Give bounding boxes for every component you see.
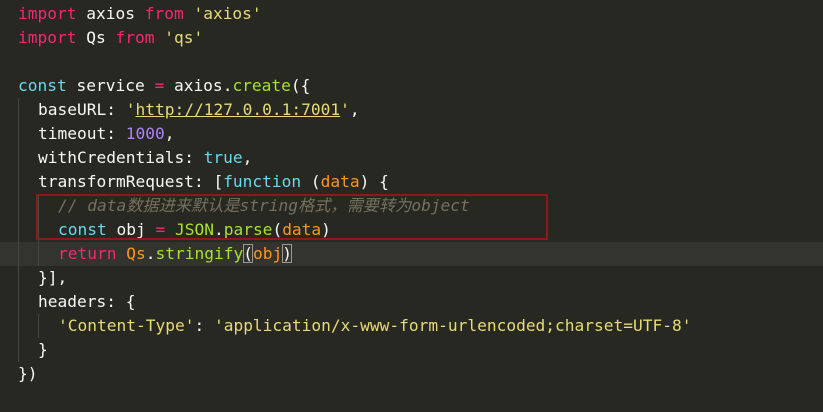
annotation-highlight-box	[36, 194, 548, 240]
punctuation: (	[301, 172, 321, 191]
punctuation: :	[106, 100, 126, 119]
number-literal: 1000	[125, 124, 165, 143]
keyword: from	[144, 4, 184, 23]
indent-guide	[18, 98, 19, 362]
string-quote: '	[340, 100, 350, 119]
code-line-5[interactable]: baseURL: 'http://127.0.0.1:7001',	[38, 98, 360, 122]
punctuation: ,	[349, 100, 360, 119]
code-line-4[interactable]: const service = axios.create({	[18, 74, 310, 98]
identifier: service	[66, 76, 155, 95]
parameter: data	[320, 172, 360, 191]
punctuation: [	[213, 172, 224, 191]
punctuation: })	[18, 364, 38, 383]
code-line-1[interactable]: import axios from 'axios'	[18, 2, 262, 26]
property-name: withCredentials	[38, 148, 185, 167]
code-line-6[interactable]: timeout: 1000,	[38, 122, 174, 146]
keyword: const	[18, 76, 67, 95]
punctuation: }],	[38, 268, 68, 287]
property-name: transformRequest	[38, 172, 194, 191]
punctuation: ,	[164, 124, 175, 143]
code-line-13[interactable]: headers: {	[38, 290, 135, 314]
string-literal: 'axios'	[193, 4, 262, 23]
code-line-11[interactable]: return Qs.stringify(obj)	[58, 242, 292, 266]
indent-guide	[38, 314, 39, 338]
punctuation: ) {	[359, 172, 389, 191]
identifier: Qs	[76, 28, 116, 47]
code-line-15[interactable]: }	[38, 338, 48, 362]
string-literal: 'qs'	[164, 28, 204, 47]
boolean-literal: true	[203, 148, 243, 167]
punctuation: ,	[242, 148, 253, 167]
matched-bracket: (	[243, 244, 253, 263]
punctuation: }	[38, 340, 48, 359]
identifier: axios	[164, 76, 223, 95]
function-name: stringify	[155, 244, 244, 263]
punctuation: {	[125, 292, 136, 311]
punctuation: :	[106, 292, 126, 311]
code-editor[interactable]: import axios from 'axios' import Qs from…	[0, 0, 823, 412]
property-name: baseURL	[38, 100, 107, 119]
operator: =	[154, 76, 165, 95]
keyword: import	[18, 4, 77, 23]
keyword: from	[115, 28, 155, 47]
function-name: create	[232, 76, 291, 95]
code-line-12[interactable]: }],	[38, 266, 67, 290]
string-literal: 'application/x-www-form-urlencoded;chars…	[213, 316, 692, 335]
code-line-16[interactable]: })	[18, 362, 38, 386]
keyword: import	[18, 28, 77, 47]
matched-bracket: )	[282, 244, 292, 263]
object-name: Qs	[126, 244, 146, 263]
punctuation: :	[193, 172, 214, 191]
string-literal: 'Content-Type'	[58, 316, 195, 335]
property-name: headers	[38, 292, 107, 311]
punctuation: ({	[290, 76, 311, 95]
punctuation: :	[106, 124, 126, 143]
identifier: axios	[76, 4, 145, 23]
code-line-8[interactable]: transformRequest: [function (data) {	[38, 170, 389, 194]
keyword: function	[223, 172, 302, 191]
property-name: timeout	[38, 124, 107, 143]
punctuation: :	[184, 148, 204, 167]
code-line-14[interactable]: 'Content-Type': 'application/x-www-form-…	[58, 314, 692, 338]
code-line-2[interactable]: import Qs from 'qs'	[18, 26, 203, 50]
punctuation: :	[194, 316, 214, 335]
keyword: return	[58, 244, 117, 263]
argument: obj	[252, 244, 283, 263]
code-line-7[interactable]: withCredentials: true,	[38, 146, 252, 170]
punctuation: .	[222, 76, 233, 95]
url-link[interactable]: http://127.0.0.1:7001	[135, 100, 340, 119]
